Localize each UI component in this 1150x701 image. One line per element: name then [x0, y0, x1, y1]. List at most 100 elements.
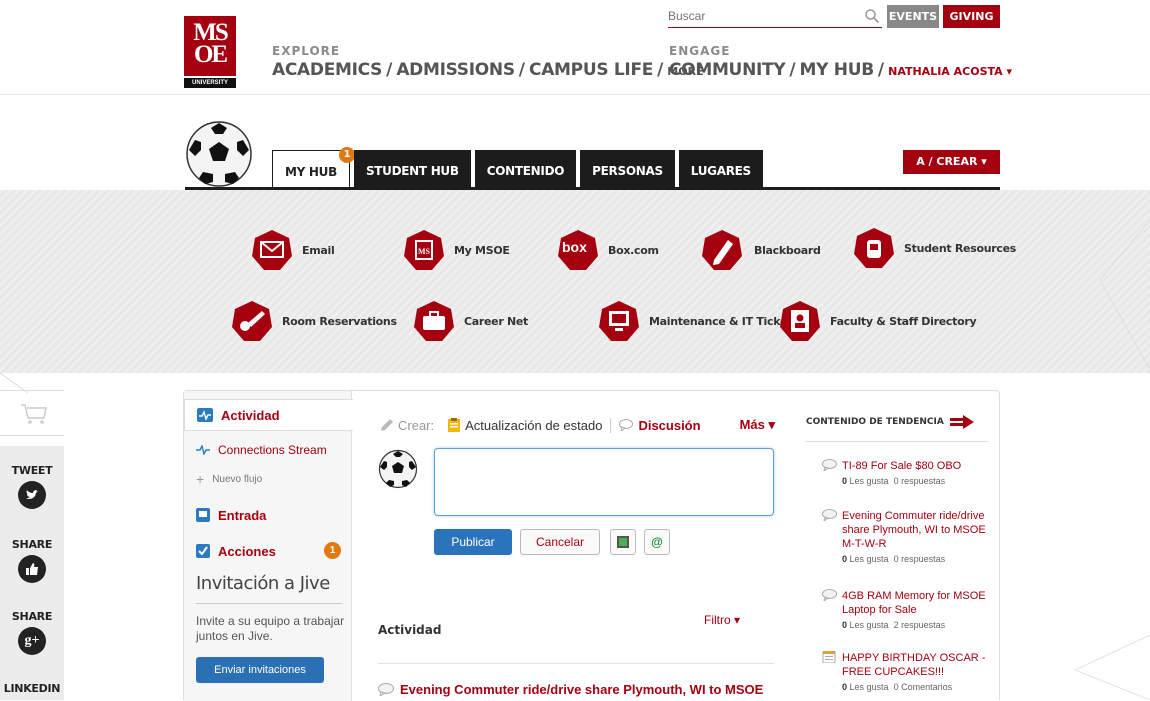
msoe-logo[interactable]: MS OE UNIVERSITY	[184, 16, 236, 88]
filter-dropdown[interactable]: Filtro ▾	[704, 613, 740, 627]
sidebar-item-acciones[interactable]: Acciones 1	[184, 541, 352, 561]
pen-icon	[702, 230, 742, 270]
googleplus-share[interactable]: SHARE g+	[0, 610, 64, 655]
nav-campus-life[interactable]: CAMPUS LIFE	[529, 60, 653, 80]
trending-item[interactable]: 4GB RAM Memory for MSOE Laptop for Sale …	[822, 589, 992, 630]
discussion-bubble-icon	[822, 589, 837, 601]
tab-personas[interactable]: PERSONAS	[580, 150, 675, 188]
tab-contenido[interactable]: CONTENIDO	[474, 150, 577, 188]
soccer-ball-avatar[interactable]	[185, 120, 253, 188]
nav-academics[interactable]: ACADEMICS	[272, 60, 382, 80]
backpack-icon	[854, 228, 894, 268]
mention-button[interactable]: @	[644, 529, 670, 555]
nav-admissions[interactable]: ADMISSIONS	[396, 60, 515, 80]
explore-label: EXPLORE	[272, 44, 341, 58]
replies-count: 2 respuestas	[893, 620, 946, 630]
trending-divider	[806, 441, 988, 442]
likes-count: 0	[842, 476, 848, 486]
trending-item[interactable]: TI-89 For Sale $80 OBO 0 Les gusta 0 res…	[822, 459, 992, 486]
cart-icon	[21, 404, 47, 424]
quick-link-faculty-directory[interactable]: Faculty & Staff Directory	[778, 299, 977, 343]
quick-link-label: My MSOE	[454, 243, 510, 257]
tab-my-hub-label: MY HUB	[285, 165, 337, 179]
svg-text:MS: MS	[418, 247, 431, 256]
trending-item[interactable]: HAPPY BIRTHDAY OSCAR - FREE CUPCAKES!!! …	[822, 651, 992, 692]
quick-link-email[interactable]: Email	[250, 228, 335, 272]
quick-link-blackboard[interactable]: Blackboard	[700, 228, 821, 272]
trending-item-title: Evening Commuter ride/drive share Plymou…	[842, 510, 986, 550]
likes-count: 0	[842, 682, 848, 692]
user-avatar-soccer-icon[interactable]	[378, 449, 418, 489]
engage-nav: ENGAGE COMMUNITY / MY HUB / NATHALIA ACOSTA …	[669, 44, 1012, 80]
send-invitations-button[interactable]: Enviar invitaciones	[196, 657, 324, 683]
sidebar-item-nuevo-flujo[interactable]: + Nuevo flujo	[184, 471, 352, 487]
arrow-right-icon	[949, 415, 974, 429]
tweet-share[interactable]: TWEET	[0, 464, 64, 509]
nav-separator: /	[877, 60, 885, 80]
activity-item-link[interactable]: Evening Commuter ride/drive share Plymou…	[378, 682, 763, 697]
notification-badge: 1	[338, 147, 355, 163]
nav-my-hub[interactable]: MY HUB	[800, 60, 875, 80]
publish-button[interactable]: Publicar	[434, 529, 512, 555]
decorative-triangle-icon	[1073, 634, 1150, 700]
linkedin-share[interactable]: LINKEDIN	[0, 682, 64, 695]
insert-image-button[interactable]	[610, 529, 636, 555]
user-menu[interactable]: NATHALIA ACOSTA	[888, 65, 1003, 78]
trending-item[interactable]: Evening Commuter ride/drive share Plymou…	[822, 509, 992, 564]
sidebar-item-label: Nuevo flujo	[212, 473, 263, 485]
trending-heading-text: CONTENIDO DE TENDENCIA	[806, 417, 944, 427]
events-button[interactable]: EVENTS	[887, 5, 939, 28]
user-menu-caret-icon[interactable]: ▾	[1003, 65, 1013, 78]
activity-sidebar: Actividad Connections Stream + Nuevo flu…	[184, 391, 353, 701]
search-box	[668, 6, 882, 28]
sidebar-item-label: Entrada	[218, 507, 267, 523]
main-content-panel: Actividad Connections Stream + Nuevo flu…	[183, 390, 1000, 701]
sidebar-item-actividad[interactable]: Actividad	[184, 399, 353, 431]
discussion-bubble-icon	[822, 459, 837, 471]
engage-label: ENGAGE	[669, 44, 731, 58]
sidebar-item-entrada[interactable]: Entrada	[184, 505, 352, 525]
stream-pulse-icon	[196, 445, 210, 455]
activity-pulse-icon	[197, 408, 213, 422]
sidebar-item-label: Actividad	[221, 407, 280, 423]
quick-link-career-net[interactable]: Career Net	[412, 299, 528, 343]
trending-heading: CONTENIDO DE TENDENCIA	[806, 415, 974, 429]
invite-text: Invite a su equipo a trabajar juntos en …	[196, 614, 345, 643]
plus-icon: +	[196, 471, 205, 487]
facebook-share[interactable]: SHARE	[0, 538, 64, 583]
quick-link-my-msoe[interactable]: MS My MSOE	[402, 228, 510, 272]
briefcase-icon	[414, 301, 454, 341]
crear-button[interactable]: A ∕ CREAR ▾	[903, 150, 1000, 174]
tab-lugares[interactable]: LUGARES	[678, 150, 763, 188]
checkbox-icon	[196, 544, 210, 558]
status-input[interactable]	[434, 448, 774, 516]
cart-panel[interactable]	[0, 390, 64, 436]
quick-link-maintenance[interactable]: Maintenance & IT Tickets	[597, 299, 799, 343]
likes-label: Les gusta	[849, 554, 889, 564]
likes-label: Les gusta	[849, 682, 889, 692]
site-header: MS OE UNIVERSITY EXPLORE ACADEMICS / ADMIS…	[0, 0, 1150, 95]
box-logo-text: box	[562, 239, 587, 255]
search-icon[interactable]	[864, 8, 880, 24]
quick-link-label: Room Reservations	[282, 314, 397, 328]
quick-link-label: Maintenance & IT Tickets	[649, 314, 799, 328]
quick-link-student-resources[interactable]: Student Resources	[852, 226, 1016, 270]
inbox-icon	[196, 508, 210, 522]
logo-bottom-text: OE	[193, 41, 228, 68]
tab-student-hub[interactable]: STUDENT HUB	[353, 150, 471, 188]
invite-divider	[196, 603, 342, 604]
create-discussion[interactable]: Discusión	[610, 417, 701, 433]
quick-link-room-reservations[interactable]: Room Reservations	[230, 299, 397, 343]
tab-my-hub[interactable]: MY HUB 1	[272, 147, 355, 188]
nav-community[interactable]: COMMUNITY	[669, 60, 786, 80]
search-input[interactable]	[668, 6, 848, 26]
invite-title: Invitación a Jive	[196, 573, 330, 594]
share-label: SHARE	[11, 538, 53, 551]
acciones-badge: 1	[324, 542, 341, 559]
more-create-dropdown[interactable]: Más ▾	[740, 417, 775, 433]
nav-separator: /	[657, 60, 664, 80]
cancel-button[interactable]: Cancelar	[520, 529, 600, 555]
giving-button[interactable]: GIVING	[943, 5, 1000, 28]
sidebar-item-connections-stream[interactable]: Connections Stream	[184, 441, 352, 459]
create-status-update[interactable]: Actualización de estado	[448, 418, 602, 433]
